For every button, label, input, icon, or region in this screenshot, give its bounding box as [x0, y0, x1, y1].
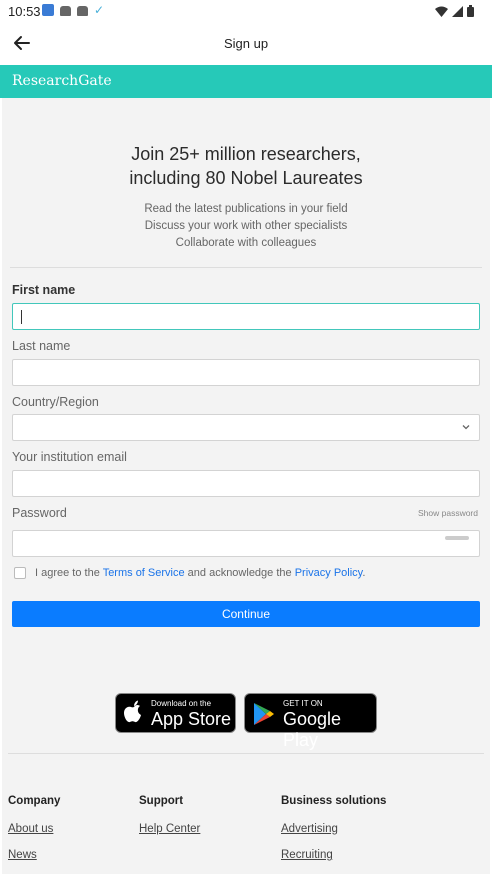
android-notification-icon	[60, 6, 71, 16]
email-label: Your institution email	[12, 450, 127, 464]
footer-support-title: Support	[139, 795, 184, 807]
battery-icon	[467, 5, 474, 17]
show-password-link[interactable]: Show password	[418, 508, 478, 518]
notification-icons: ✓	[42, 4, 104, 16]
about-us-link[interactable]: About us	[8, 823, 53, 835]
country-select[interactable]	[12, 414, 480, 441]
agreement-suffix: .	[362, 567, 366, 579]
agreement-middle: and acknowledge the	[184, 567, 295, 579]
news-link[interactable]: News	[8, 849, 37, 861]
agreement-text: I agree to the Terms of Service and ackn…	[35, 567, 365, 579]
hero-point: Discuss your work with other specialists	[144, 220, 348, 232]
footer-divider	[8, 753, 484, 754]
signal-icon	[452, 5, 463, 17]
page-title: Sign up	[223, 36, 269, 51]
first-name-label: First name	[12, 283, 76, 297]
app-notification-icon	[42, 4, 54, 16]
android-notification-icon-2	[77, 6, 88, 16]
last-name-field[interactable]	[12, 359, 480, 386]
password-field[interactable]	[12, 530, 480, 557]
check-icon: ✓	[94, 3, 105, 17]
app-bar: Sign up	[0, 24, 492, 65]
hero-headline-line1: Join 25+ million researchers,	[131, 144, 361, 164]
app-store-small-text: Download on the	[151, 699, 212, 708]
terms-of-service-link[interactable]: Terms of Service	[103, 567, 185, 579]
agree-checkbox[interactable]	[14, 567, 26, 579]
recruiting-link[interactable]: Recruiting	[281, 849, 333, 861]
privacy-policy-link[interactable]: Privacy Policy	[295, 567, 363, 579]
hero-point: Read the latest publications in your fie…	[144, 203, 348, 215]
help-center-link[interactable]: Help Center	[139, 823, 200, 835]
password-visibility-toggle[interactable]	[445, 536, 469, 540]
app-store-big-text: App Store	[151, 709, 232, 729]
status-bar: 10:53 ✓	[0, 0, 492, 24]
agreement-row: I agree to the Terms of Service and ackn…	[14, 567, 365, 579]
text-caret	[21, 310, 22, 324]
country-label: Country/Region	[12, 395, 99, 409]
brand-bar: ResearchGate	[0, 65, 492, 98]
chevron-down-icon	[462, 425, 470, 430]
hero-point: Collaborate with colleagues	[175, 237, 317, 249]
footer-business-title: Business solutions	[281, 795, 387, 807]
footer-company-title: Company	[8, 795, 61, 807]
signup-content: Join 25+ million researchers, including …	[2, 98, 490, 874]
email-field[interactable]	[12, 470, 480, 497]
divider	[10, 267, 482, 268]
first-name-field[interactable]	[12, 303, 480, 330]
agreement-prefix: I agree to the	[35, 567, 103, 579]
apple-icon	[124, 700, 141, 723]
google-play-badge[interactable]: GET IT ON Google Play	[244, 693, 377, 750]
wifi-icon	[435, 6, 448, 17]
google-play-small-text: GET IT ON	[283, 699, 323, 708]
continue-button[interactable]: Continue	[12, 601, 480, 627]
password-label: Password	[12, 506, 67, 520]
hero-headline-line2: including 80 Nobel Laureates	[129, 168, 363, 188]
google-play-icon	[254, 703, 274, 725]
google-play-big-text: Google Play	[283, 709, 342, 750]
last-name-label: Last name	[12, 339, 71, 353]
advertising-link[interactable]: Advertising	[281, 823, 338, 835]
brand-logo: ResearchGate	[12, 73, 112, 89]
status-time: 10:53	[8, 4, 41, 19]
app-store-badge[interactable]: Download on the App Store	[115, 693, 236, 733]
system-icons	[435, 5, 474, 17]
